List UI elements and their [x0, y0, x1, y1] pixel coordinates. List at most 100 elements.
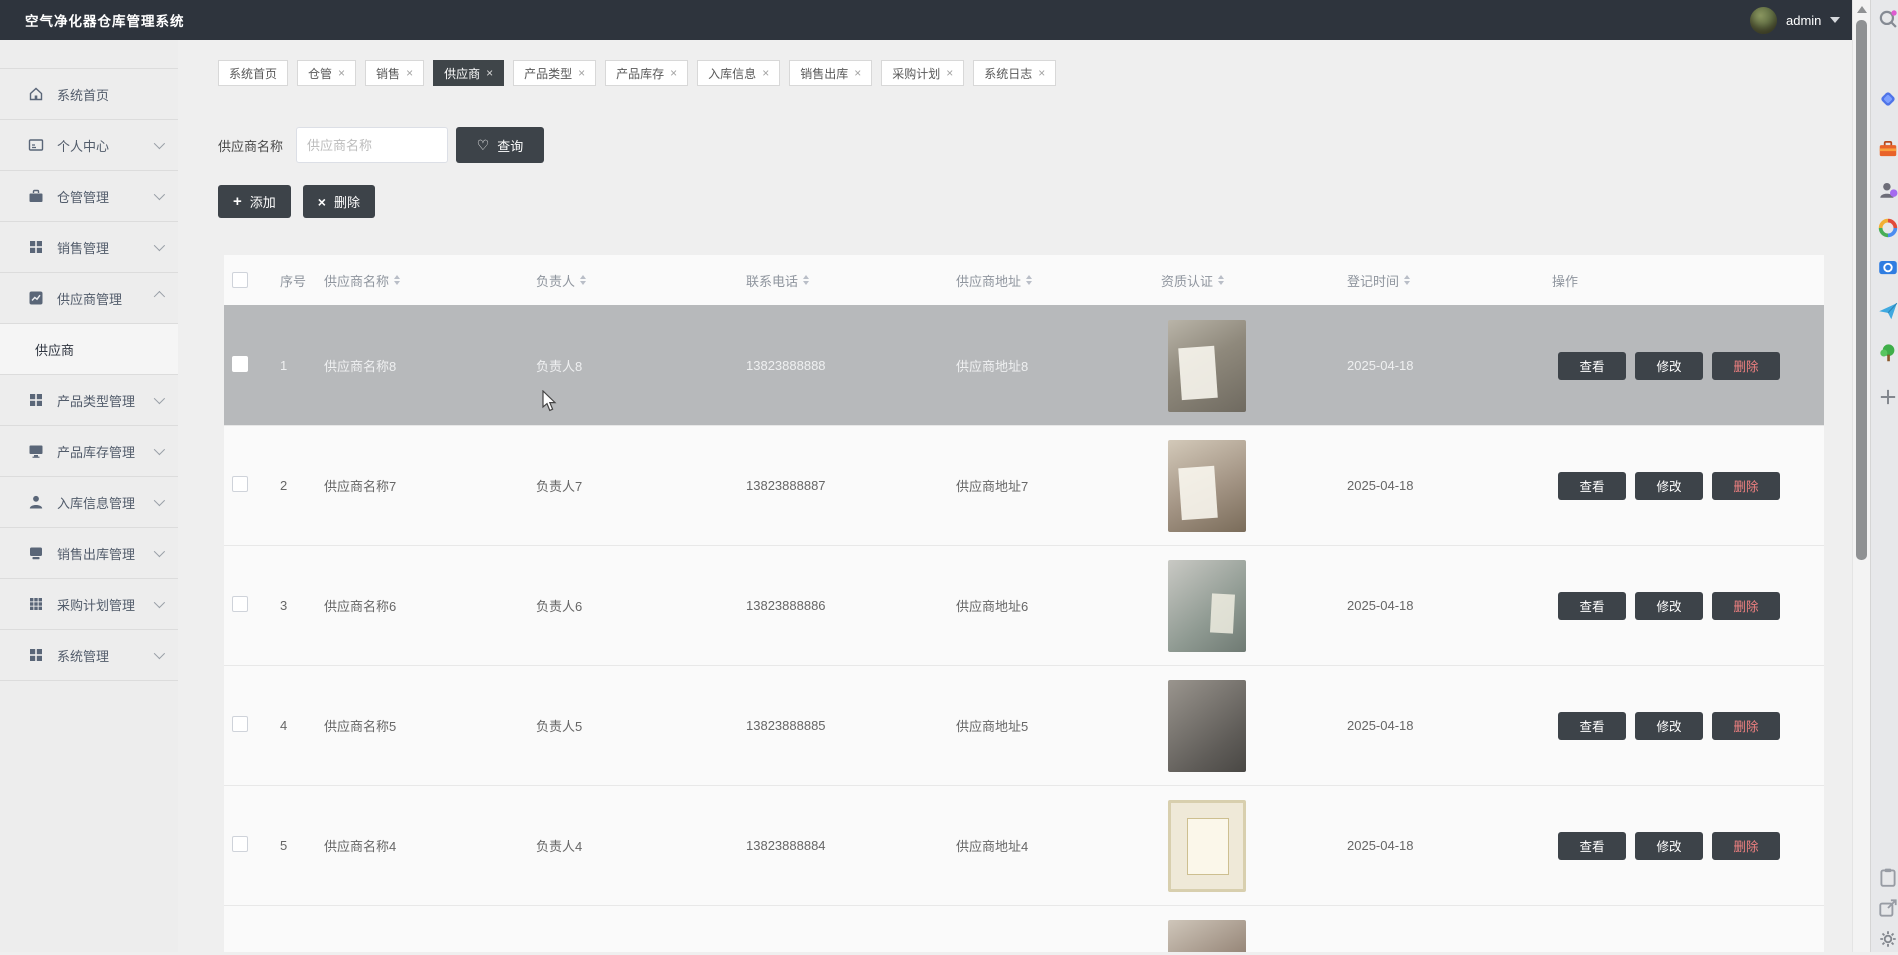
scrollbar-thumb[interactable]: [1856, 20, 1867, 560]
tab-close-icon[interactable]: ×: [578, 67, 585, 79]
sidebar-item-4[interactable]: 供应商管理: [0, 272, 178, 323]
search-input[interactable]: [296, 127, 449, 163]
add-button[interactable]: + 添加: [218, 185, 291, 218]
ring-icon[interactable]: [1877, 217, 1898, 239]
tab-close-icon[interactable]: ×: [1038, 67, 1045, 79]
tab-close-icon[interactable]: ×: [338, 67, 345, 79]
column-header-5[interactable]: 供应商地址: [948, 271, 1153, 290]
certification-photo[interactable]: [1168, 319, 1246, 412]
delete-button[interactable]: × 删除: [302, 185, 375, 218]
cell-date: 2025-04-18: [1347, 358, 1414, 373]
external-link-icon[interactable]: [1877, 897, 1898, 919]
tab-2[interactable]: 销售 ×: [365, 60, 425, 86]
cell-phone: 13823888884: [746, 838, 826, 853]
sidebar-item-7[interactable]: 入库信息管理: [0, 476, 178, 527]
avatar[interactable]: [1750, 6, 1777, 34]
sidebar-item-0[interactable]: 系统首页: [0, 68, 178, 119]
certification-photo[interactable]: [1168, 919, 1246, 952]
row-checkbox[interactable]: [232, 716, 248, 732]
cell-supplier-name: 供应商名称6: [324, 599, 397, 614]
column-header-7[interactable]: 登记时间: [1339, 271, 1544, 290]
tab-4[interactable]: 产品类型 ×: [513, 60, 597, 86]
sidebar-item-1[interactable]: 个人中心: [0, 119, 178, 170]
send-icon[interactable]: [1877, 300, 1898, 322]
view-button[interactable]: 查看: [1558, 351, 1626, 380]
view-button[interactable]: 查看: [1558, 831, 1626, 860]
certification-photo[interactable]: [1168, 559, 1246, 652]
chevron-down-icon: [153, 188, 166, 201]
sidebar-item-label: 供应商管理: [57, 291, 123, 307]
tab-close-icon[interactable]: ×: [854, 67, 861, 79]
tab-9[interactable]: 系统日志 ×: [973, 60, 1057, 86]
certification-photo[interactable]: [1168, 679, 1246, 772]
row-delete-button[interactable]: 删除: [1712, 471, 1780, 500]
query-button[interactable]: ♡ 查询: [456, 127, 545, 163]
sidebar-item-10[interactable]: 系统管理: [0, 629, 178, 680]
tab-0[interactable]: 系统首页: [218, 60, 289, 86]
column-header-6[interactable]: 资质认证: [1153, 271, 1339, 290]
sidebar-item-label: 产品库存管理: [57, 444, 136, 460]
tab-6[interactable]: 入库信息 ×: [697, 60, 781, 86]
cell-date: 2025-04-18: [1347, 718, 1414, 733]
tree-icon[interactable]: [1877, 342, 1898, 364]
cell-manager: 负责人5: [536, 719, 583, 734]
tab-close-icon[interactable]: ×: [762, 67, 769, 79]
sidebar-item-2[interactable]: 仓管管理: [0, 170, 178, 221]
toolbox-icon[interactable]: [1877, 138, 1898, 160]
tab-close-icon[interactable]: ×: [946, 67, 953, 79]
scroll-up-arrow-icon[interactable]: [1857, 6, 1867, 13]
briefcase-icon: [28, 188, 44, 204]
user-icon: [28, 494, 44, 510]
edit-button[interactable]: 修改: [1635, 591, 1703, 620]
view-button[interactable]: 查看: [1558, 471, 1626, 500]
sidebar-item-3[interactable]: 销售管理: [0, 221, 178, 272]
user-menu[interactable]: admin: [1750, 0, 1841, 40]
sidebar-item-6[interactable]: 产品库存管理: [0, 425, 178, 476]
column-header-3[interactable]: 负责人: [528, 271, 738, 290]
search-icon[interactable]: [1877, 8, 1898, 30]
row-delete-button[interactable]: 删除: [1712, 591, 1780, 620]
row-checkbox[interactable]: [232, 596, 248, 612]
column-label: 供应商地址: [956, 273, 1022, 289]
tab-close-icon[interactable]: ×: [406, 67, 413, 79]
certification-photo[interactable]: [1168, 439, 1246, 532]
row-checkbox[interactable]: [232, 836, 248, 852]
edit-button[interactable]: 修改: [1635, 831, 1703, 860]
edit-button[interactable]: 修改: [1635, 711, 1703, 740]
row-delete-button[interactable]: 删除: [1712, 711, 1780, 740]
tab-8[interactable]: 采购计划 ×: [881, 60, 965, 86]
gear-icon[interactable]: [1877, 928, 1898, 950]
chevron-down-icon: [153, 494, 166, 507]
sidebar-item-5[interactable]: 产品类型管理: [0, 374, 178, 425]
cell-date: 2025-04-18: [1347, 838, 1414, 853]
sidebar-item-9[interactable]: 采购计划管理: [0, 578, 178, 629]
row-checkbox[interactable]: [232, 356, 248, 372]
tab-5[interactable]: 产品库存 ×: [605, 60, 689, 86]
view-button[interactable]: 查看: [1558, 591, 1626, 620]
clipboard-icon[interactable]: [1877, 866, 1898, 888]
chevron-down-icon: [153, 137, 166, 150]
sidebar-item-8[interactable]: 销售出库管理: [0, 527, 178, 578]
select-all-checkbox[interactable]: [232, 272, 248, 288]
tab-1[interactable]: 仓管 ×: [297, 60, 357, 86]
tab-3[interactable]: 供应商 ×: [433, 60, 505, 86]
row-checkbox[interactable]: [232, 476, 248, 492]
certification-photo[interactable]: [1168, 799, 1246, 892]
column-header-4[interactable]: 联系电话: [738, 271, 948, 290]
heart-icon: ♡: [476, 137, 490, 153]
tab-close-icon[interactable]: ×: [486, 67, 493, 79]
column-header-2[interactable]: 供应商名称: [316, 271, 528, 290]
plus-icon[interactable]: [1877, 386, 1898, 408]
row-delete-button[interactable]: 删除: [1712, 831, 1780, 860]
row-delete-button[interactable]: 删除: [1712, 351, 1780, 380]
view-button[interactable]: 查看: [1558, 711, 1626, 740]
camera-icon[interactable]: [1877, 256, 1898, 278]
edit-button[interactable]: 修改: [1635, 351, 1703, 380]
chevron-down-icon: [153, 647, 166, 660]
contact-icon[interactable]: [1877, 179, 1898, 201]
edit-button[interactable]: 修改: [1635, 471, 1703, 500]
sidebar-subitem[interactable]: 供应商: [0, 323, 178, 374]
tab-close-icon[interactable]: ×: [670, 67, 677, 79]
tab-7[interactable]: 销售出库 ×: [789, 60, 873, 86]
gem-icon[interactable]: [1877, 88, 1898, 110]
